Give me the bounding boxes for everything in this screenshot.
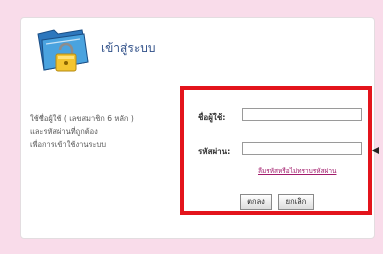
folder-lock-icon bbox=[37, 29, 89, 72]
instruction-line: และรหัสผ่านที่ถูกต้อง bbox=[30, 127, 98, 136]
username-label: ชื่อผู้ใช้: bbox=[198, 113, 226, 122]
username-input[interactable] bbox=[242, 108, 362, 121]
instruction-line: ใช้ชื่อผู้ใช้ ( เลขสมาชิก 6 หลัก ) bbox=[30, 114, 134, 123]
password-label: รหัสผ่าน: bbox=[198, 147, 231, 156]
cancel-button[interactable]: ยกเลิก bbox=[278, 194, 314, 210]
login-instructions: ใช้ชื่อผู้ใช้ ( เลขสมาชิก 6 หลัก ) และรห… bbox=[30, 112, 170, 151]
login-page: เข้าสู่ระบบ ใช้ชื่อผู้ใช้ ( เลขสมาชิก 6 … bbox=[0, 0, 383, 254]
ok-button[interactable]: ตกลง bbox=[240, 194, 272, 210]
arrow-pointer-icon bbox=[372, 147, 379, 154]
instruction-line: เพื่อการเข้าใช้งานระบบ bbox=[30, 140, 107, 149]
password-input[interactable] bbox=[242, 142, 362, 155]
forgot-password-link[interactable]: ลืมรหัสหรือไม่ทราบรหัสผ่าน bbox=[258, 166, 336, 176]
login-title: เข้าสู่ระบบ bbox=[101, 41, 156, 55]
